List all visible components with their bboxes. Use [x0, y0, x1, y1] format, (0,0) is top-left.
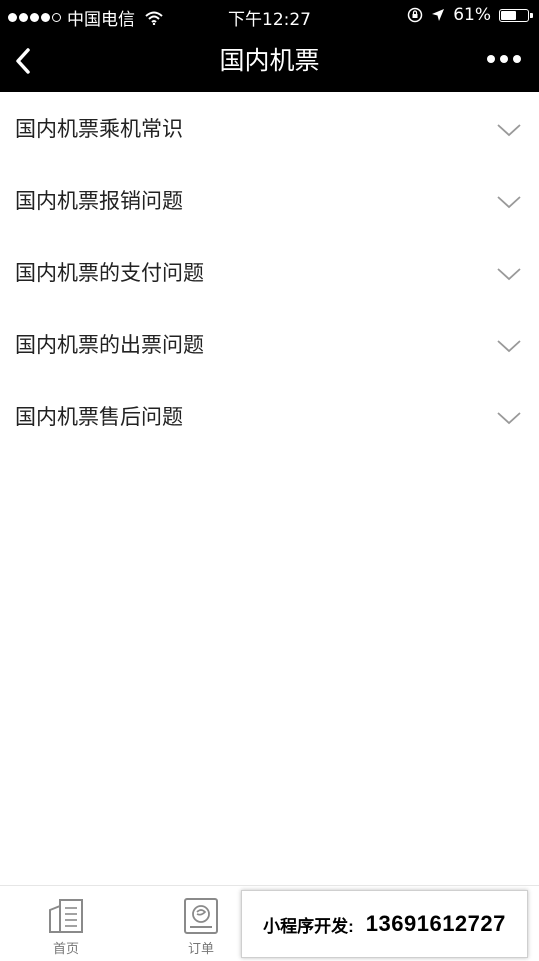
tab-orders-label: 订单: [187, 942, 214, 957]
faq-item-reimbursement[interactable]: 国内机票报销问题: [0, 164, 539, 236]
faq-item-boarding-tips[interactable]: 国内机票乘机常识: [0, 92, 539, 164]
more-dots-icon[interactable]: [487, 55, 521, 63]
tab-orders[interactable]: 订单: [171, 896, 231, 957]
faq-list: 国内机票乘机常识 国内机票报销问题 国内机票的支付问题 国内机票的出票问题 国内…: [0, 92, 539, 452]
status-bar: 中国电信 下午12:27 61%: [0, 0, 539, 30]
battery-percent: 61%: [453, 5, 491, 25]
faq-item-after-sales[interactable]: 国内机票售后问题: [0, 380, 539, 452]
faq-item-label: 国内机票的出票问题: [15, 333, 204, 357]
faq-item-payment[interactable]: 国内机票的支付问题: [0, 236, 539, 308]
navigation-bar: 国内机票: [0, 30, 539, 92]
home-document-icon: [49, 899, 83, 933]
faq-item-ticketing[interactable]: 国内机票的出票问题: [0, 308, 539, 380]
location-arrow-icon: [432, 9, 445, 21]
faq-item-label: 国内机票售后问题: [15, 405, 183, 429]
chevron-down-icon: [497, 340, 521, 353]
tab-home-label: 首页: [52, 942, 79, 957]
battery-fill: [501, 10, 516, 20]
orientation-lock-icon: [407, 7, 423, 23]
chevron-down-icon: [497, 268, 521, 281]
order-icon: [184, 898, 218, 934]
battery-icon: [499, 8, 533, 22]
promo-banner: 小程序开发: 13691612727: [241, 890, 528, 958]
promo-phone-number: 13691612727: [365, 911, 506, 936]
promo-label: 小程序开发:: [263, 916, 354, 936]
tab-home[interactable]: 首页: [36, 896, 96, 957]
status-right: 61%: [407, 5, 533, 25]
chevron-down-icon: [497, 196, 521, 209]
chevron-down-icon: [497, 412, 521, 425]
faq-item-label: 国内机票报销问题: [15, 189, 183, 213]
faq-item-label: 国内机票乘机常识: [15, 117, 183, 141]
chevron-down-icon: [497, 124, 521, 137]
faq-item-label: 国内机票的支付问题: [15, 261, 204, 285]
page-title: 国内机票: [219, 46, 320, 75]
